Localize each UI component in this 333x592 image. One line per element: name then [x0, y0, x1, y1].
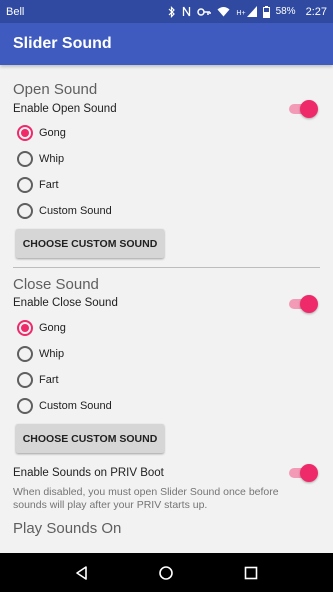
- close-sound-section-title: Close Sound: [13, 276, 99, 293]
- wifi-icon: [217, 6, 230, 17]
- radio-unchecked-icon: [17, 151, 33, 167]
- radio-label: Custom Sound: [39, 205, 112, 217]
- switch-thumb: [300, 295, 318, 313]
- hplus-signal-icon: H+: [236, 6, 257, 17]
- signal-type-label: H+: [236, 10, 246, 17]
- radio-unchecked-icon: [17, 177, 33, 193]
- navigation-bar: [0, 553, 333, 592]
- radio-checked-icon: [17, 320, 33, 336]
- app-title: Slider Sound: [13, 35, 112, 52]
- radio-unchecked-icon: [17, 372, 33, 388]
- radio-label: Fart: [39, 179, 59, 191]
- enable-boot-sounds-switch[interactable]: [287, 463, 318, 483]
- radio-unchecked-icon: [17, 346, 33, 362]
- section-divider: [13, 267, 320, 268]
- close-sound-option-fart[interactable]: Fart: [17, 369, 59, 391]
- battery-icon: [262, 5, 270, 18]
- enable-close-sound-switch[interactable]: [287, 294, 318, 314]
- back-icon: [76, 565, 87, 580]
- status-icons: H+ 58% 2:27: [168, 5, 327, 18]
- open-sound-option-fart[interactable]: Fart: [17, 174, 59, 196]
- close-sound-option-whip[interactable]: Whip: [17, 343, 64, 365]
- enable-close-sound-label: Enable Close Sound: [13, 297, 118, 309]
- status-bar: Bell H+ 58% 2:27: [0, 0, 333, 23]
- home-icon: [159, 565, 174, 580]
- home-button[interactable]: [151, 558, 181, 588]
- enable-open-sound-label: Enable Open Sound: [13, 103, 117, 115]
- radio-unchecked-icon: [17, 203, 33, 219]
- switch-thumb: [300, 464, 318, 482]
- clock: 2:27: [305, 5, 327, 18]
- battery-percent: 58%: [275, 6, 296, 17]
- settings-list[interactable]: Open Sound Enable Open Sound Gong Whip F…: [0, 65, 333, 553]
- radio-unchecked-icon: [17, 398, 33, 414]
- back-button[interactable]: [67, 558, 97, 588]
- close-sound-option-gong[interactable]: Gong: [17, 317, 66, 339]
- radio-label: Fart: [39, 374, 59, 386]
- radio-checked-icon: [17, 125, 33, 141]
- close-choose-custom-sound-button[interactable]: CHOOSE CUSTOM SOUND: [16, 424, 164, 453]
- key-icon: [197, 7, 212, 17]
- open-sound-section-title: Open Sound: [13, 81, 98, 98]
- bluetooth-icon: [168, 5, 176, 18]
- play-sounds-on-section-title: Play Sounds On: [13, 520, 122, 537]
- enable-open-sound-switch[interactable]: [287, 99, 318, 119]
- enable-boot-sounds-label: Enable Sounds on PRIV Boot: [13, 467, 164, 479]
- open-sound-option-whip[interactable]: Whip: [17, 148, 64, 170]
- radio-label: Gong: [39, 322, 66, 334]
- open-choose-custom-sound-button[interactable]: CHOOSE CUSTOM SOUND: [16, 229, 164, 258]
- close-sound-option-custom[interactable]: Custom Sound: [17, 395, 112, 417]
- radio-label: Whip: [39, 153, 65, 165]
- recents-icon: [244, 566, 258, 579]
- recents-button[interactable]: [236, 558, 266, 588]
- carrier-label: Bell: [6, 5, 25, 18]
- open-sound-option-gong[interactable]: Gong: [17, 122, 66, 144]
- app-bar: Slider Sound: [0, 23, 333, 65]
- radio-label: Gong: [39, 127, 66, 139]
- radio-label: Custom Sound: [39, 400, 112, 412]
- boot-sounds-summary: When disabled, you must open Slider Soun…: [13, 486, 279, 511]
- switch-thumb: [300, 100, 318, 118]
- radio-label: Whip: [39, 348, 65, 360]
- open-sound-option-custom[interactable]: Custom Sound: [17, 200, 112, 222]
- nfc-icon: [182, 6, 191, 17]
